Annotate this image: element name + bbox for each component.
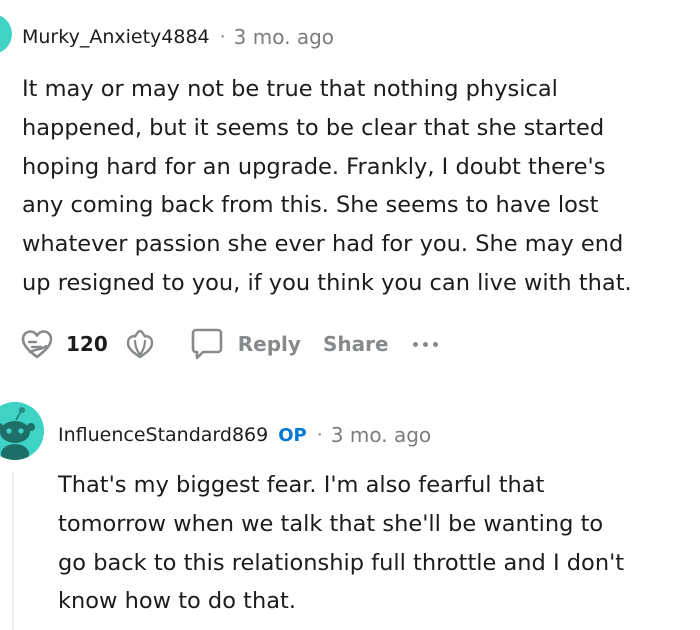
op-badge: OP — [278, 424, 307, 446]
user-avatar[interactable] — [0, 14, 12, 54]
comment-body-line: go back to this relationship full thrott… — [58, 549, 625, 576]
dot-shape — [412, 341, 418, 347]
downvote-icon[interactable] — [124, 328, 156, 360]
comment-meta: Murky_Anxiety4884 · 3 mo. ago — [22, 22, 334, 52]
comment-body-line: happened, but it seems to be clear that … — [22, 114, 605, 141]
comment-body-line: any coming back from this. She seems to … — [22, 192, 599, 219]
comment-body-line: That's my biggest fear. I'm also fearful… — [58, 472, 545, 498]
comment-body: That's my biggest fear. I'm also fearful… — [58, 466, 688, 621]
comment-bubble-icon — [190, 327, 224, 361]
comment-actions: 120 Reply Share — [20, 322, 438, 366]
comment-author[interactable]: Murky_Anxiety4884 — [22, 26, 210, 48]
comment-body: It may or may not be true that nothing p… — [22, 70, 692, 303]
meta-separator: · — [316, 424, 323, 446]
meta-separator: · — [219, 26, 226, 48]
comment-body-line: tomorrow when we talk that she'll be wan… — [58, 510, 604, 537]
comment-body-line: whatever passion she ever had for you. S… — [22, 231, 624, 258]
dot-shape — [422, 341, 428, 347]
share-button[interactable]: Share — [323, 332, 389, 356]
reply-button[interactable]: Reply — [190, 327, 301, 361]
more-dots-icon[interactable] — [412, 334, 438, 354]
snoo-avatar-icon[interactable] — [0, 402, 44, 460]
comment-timestamp[interactable]: 3 mo. ago — [331, 423, 431, 447]
comment-thread: Murky_Anxiety4884 · 3 mo. ago It may or … — [0, 0, 700, 630]
upvote-heart-icon[interactable] — [20, 328, 54, 360]
comment-meta: InfluenceStandard869 OP · 3 mo. ago — [58, 420, 431, 450]
comment-author[interactable]: InfluenceStandard869 — [58, 424, 268, 446]
comment-body-line: up resigned to you, if you think you can… — [22, 269, 632, 296]
vote-count: 120 — [66, 332, 108, 356]
comment-body-line: know how to do that. — [58, 588, 296, 615]
comment-body-line: hoping hard for an upgrade. Frankly, I d… — [22, 153, 606, 180]
dot-shape — [432, 341, 438, 347]
comment-timestamp[interactable]: 3 mo. ago — [234, 25, 334, 49]
comment-body-line: It may or may not be true that nothing p… — [22, 76, 558, 102]
thread-line[interactable] — [12, 472, 14, 630]
reply-label: Reply — [237, 332, 301, 356]
